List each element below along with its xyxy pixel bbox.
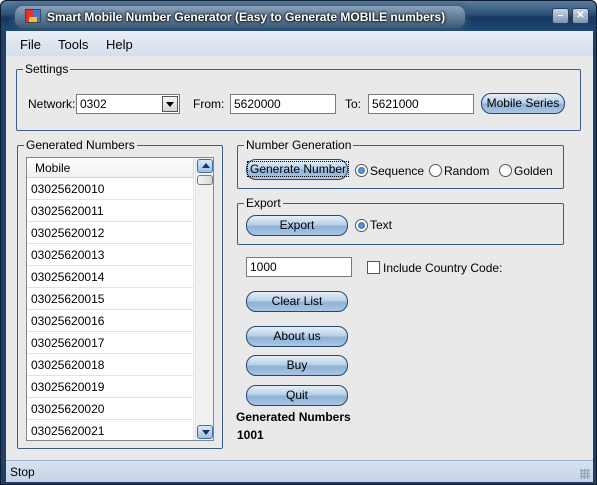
list-item[interactable]: 03025620021	[27, 420, 194, 440]
generated-count-value: 1001	[237, 428, 264, 442]
generate-number-button[interactable]: Generate Number	[246, 159, 350, 180]
from-label: From:	[193, 97, 225, 111]
network-value: 0302	[80, 97, 107, 111]
title-bar[interactable]: Smart Mobile Number Generator (Easy to G…	[1, 1, 596, 31]
radio-golden-label[interactable]: Golden	[514, 164, 553, 178]
list-item[interactable]: 03025620016	[27, 310, 194, 332]
status-text: Stop	[10, 465, 35, 479]
list-scrollbar[interactable]	[195, 158, 213, 440]
scroll-thumb[interactable]	[197, 175, 213, 185]
menu-bar: File Tools Help	[6, 31, 593, 56]
menu-tools[interactable]: Tools	[58, 37, 88, 52]
resize-grip-icon[interactable]	[580, 469, 590, 479]
list-item[interactable]: 03025620012	[27, 222, 194, 244]
export-group: Export Export Text	[237, 196, 564, 245]
radio-text[interactable]	[355, 219, 368, 232]
list-item[interactable]: 03025620019	[27, 376, 194, 398]
settings-group: Settings Network: 0302 From: 5620000 To:…	[16, 62, 581, 131]
from-input[interactable]: 5620000	[230, 94, 336, 114]
radio-text-label[interactable]: Text	[370, 218, 392, 232]
export-button[interactable]: Export	[246, 215, 348, 236]
app-window: Smart Mobile Number Generator (Easy to G…	[0, 0, 597, 485]
client-area: File Tools Help Settings Network: 0302 F…	[6, 31, 593, 482]
menu-file[interactable]: File	[20, 37, 41, 52]
to-label: To:	[345, 97, 362, 111]
buy-button[interactable]: Buy	[246, 355, 348, 376]
radio-random[interactable]	[429, 164, 442, 177]
chevron-down-icon[interactable]	[162, 96, 178, 112]
include-country-code-label[interactable]: Include Country Code:	[383, 261, 502, 275]
to-input[interactable]: 5621000	[368, 94, 474, 114]
status-bar: Stop	[6, 460, 593, 482]
scroll-down-icon[interactable]	[197, 425, 213, 439]
scroll-up-icon[interactable]	[197, 159, 213, 173]
network-combobox[interactable]: 0302	[76, 94, 180, 114]
clear-list-button[interactable]: Clear List	[246, 291, 348, 312]
minimize-icon: –	[557, 10, 564, 21]
radio-sequence[interactable]	[355, 164, 368, 177]
to-value: 5621000	[372, 97, 419, 111]
list-item[interactable]: 03025620011	[27, 200, 194, 222]
column-header-mobile[interactable]: Mobile	[27, 158, 194, 178]
generate-number-label: Generate Number	[247, 161, 350, 177]
list-item[interactable]: 03025620015	[27, 288, 194, 310]
list-item[interactable]: 03025620010	[27, 178, 194, 200]
count-value: 1000	[250, 260, 277, 274]
from-value: 5620000	[234, 97, 281, 111]
radio-golden[interactable]	[499, 164, 512, 177]
radio-sequence-label[interactable]: Sequence	[370, 164, 424, 178]
about-us-button[interactable]: About us	[246, 326, 348, 347]
export-legend: Export	[244, 196, 283, 210]
include-country-code-checkbox[interactable]	[367, 261, 380, 274]
close-button[interactable]: ✕	[572, 8, 589, 24]
settings-legend: Settings	[23, 62, 71, 76]
list-item[interactable]: 03025620020	[27, 398, 194, 420]
quit-button[interactable]: Quit	[246, 385, 348, 406]
generated-count-label: Generated Numbers	[236, 410, 351, 424]
network-label: Network:	[28, 97, 76, 111]
app-icon[interactable]	[25, 9, 41, 23]
close-icon: ✕	[576, 10, 585, 21]
window-title: Smart Mobile Number Generator (Easy to G…	[47, 10, 446, 24]
list-item[interactable]: 03025620018	[27, 354, 194, 376]
menu-help[interactable]: Help	[106, 37, 133, 52]
number-generation-group: Number Generation Generate Number Sequen…	[237, 138, 564, 189]
numbers-list[interactable]: Mobile 03025620010 03025620011 03025620012…	[26, 157, 214, 441]
generated-numbers-legend: Generated Numbers	[24, 138, 137, 152]
number-generation-legend: Number Generation	[244, 138, 354, 152]
mobile-series-button[interactable]: Mobile Series	[481, 93, 565, 114]
count-input[interactable]: 1000	[246, 257, 352, 277]
list-item[interactable]: 03025620014	[27, 266, 194, 288]
list-item[interactable]: 03025620017	[27, 332, 194, 354]
numbers-rows: 03025620010 03025620011 03025620012 0302562…	[27, 178, 194, 440]
list-item[interactable]: 03025620013	[27, 244, 194, 266]
minimize-button[interactable]: –	[552, 8, 569, 24]
radio-random-label[interactable]: Random	[444, 164, 489, 178]
